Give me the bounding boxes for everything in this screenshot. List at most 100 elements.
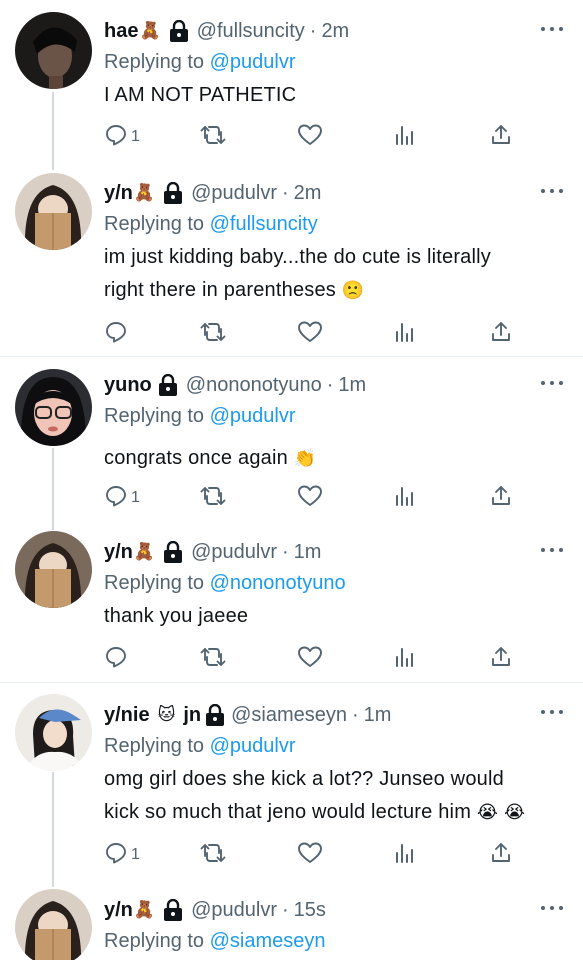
display-name-suffix: jn	[183, 703, 202, 726]
tweet[interactable]: y/n 🧸 @pudulvr · 2m Replying to @fullsun…	[0, 170, 583, 356]
reply-button[interactable]: 1	[104, 120, 140, 150]
retweet-button[interactable]	[200, 317, 226, 347]
more-icon[interactable]	[541, 904, 563, 912]
heart-icon	[298, 646, 322, 667]
like-button[interactable]	[297, 838, 323, 868]
retweet-button[interactable]	[200, 120, 226, 150]
stats-button[interactable]	[394, 838, 416, 868]
retweet-icon	[200, 487, 226, 505]
action-bar: 1	[104, 120, 524, 150]
share-button[interactable]	[489, 120, 513, 150]
reply-icon	[106, 322, 126, 343]
reply-icon	[106, 647, 126, 668]
tweet-text-line: kick so much that jeno would lecture him…	[104, 796, 567, 829]
stats-button[interactable]	[394, 120, 416, 150]
share-icon	[492, 843, 510, 862]
share-button[interactable]	[489, 481, 513, 511]
mention-link[interactable]: @pudulvr	[210, 735, 296, 757]
heart-icon	[298, 124, 322, 145]
replying-to-label: Replying to	[104, 572, 205, 594]
tweet-text: congrats once again 👏	[104, 442, 567, 475]
handle[interactable]: @pudulvr	[191, 899, 277, 922]
share-button[interactable]	[489, 838, 513, 868]
timestamp[interactable]: 1m	[294, 541, 322, 564]
handle[interactable]: @pudulvr	[191, 541, 277, 564]
replying-to: Replying to @fullsuncity	[104, 209, 567, 239]
tweet[interactable]: y/n 🧸 @pudulvr · 15s Replying to @siames…	[0, 888, 583, 960]
crying-emoji: 😭 😭	[476, 802, 526, 823]
tweet[interactable]: y/nie 🐱 jn @siameseyn · 1m Replying to @…	[0, 683, 583, 888]
reply-button[interactable]: 1	[104, 838, 140, 868]
reply-icon	[106, 843, 126, 864]
more-icon[interactable]	[541, 708, 563, 716]
like-button[interactable]	[297, 642, 323, 672]
display-name[interactable]: y/n	[104, 541, 133, 564]
reply-count: 1	[131, 488, 140, 506]
share-button[interactable]	[489, 317, 513, 347]
display-name[interactable]: y/nie	[104, 704, 150, 727]
retweet-button[interactable]	[200, 481, 226, 511]
timestamp[interactable]: 2m	[294, 182, 322, 205]
stats-button[interactable]	[394, 481, 416, 511]
name-emoji: 🧸	[133, 183, 156, 203]
tweet[interactable]: hae 🧸 @fullsuncity · 2m Replying to @pud…	[0, 0, 583, 170]
handle[interactable]: @fullsuncity	[197, 20, 305, 43]
share-button[interactable]	[489, 642, 513, 672]
avatar[interactable]	[15, 173, 92, 250]
mention-link[interactable]: @siameseyn	[210, 930, 326, 952]
handle[interactable]: @siameseyn	[231, 704, 347, 727]
reply-button[interactable]	[104, 317, 131, 347]
replying-to: Replying to @pudulvr	[104, 47, 567, 77]
avatar[interactable]	[15, 531, 92, 608]
separator: ·	[352, 703, 359, 726]
like-button[interactable]	[297, 317, 323, 347]
action-bar: 1	[104, 481, 524, 511]
name-emoji: 🐱	[157, 705, 176, 725]
more-icon[interactable]	[541, 379, 563, 387]
avatar[interactable]	[15, 694, 92, 771]
retweet-button[interactable]	[200, 642, 226, 672]
mention-link[interactable]: @nononotyuno	[210, 572, 346, 594]
timestamp[interactable]: 15s	[294, 899, 326, 922]
avatar[interactable]	[15, 369, 92, 446]
replying-to: Replying to @siameseyn	[104, 926, 567, 956]
reply-button[interactable]: 1	[104, 481, 140, 511]
stats-button[interactable]	[394, 317, 416, 347]
display-name[interactable]: yuno	[104, 374, 152, 397]
display-name[interactable]: hae	[104, 20, 138, 43]
tweet[interactable]: y/n 🧸 @pudulvr · 1m Replying to @nononot…	[0, 530, 583, 682]
display-name[interactable]: y/n	[104, 182, 133, 205]
like-button[interactable]	[297, 120, 323, 150]
retweet-button[interactable]	[200, 838, 226, 868]
stats-icon	[396, 323, 413, 342]
tweet-text: omg girl does she kick a lot?? Junseo wo…	[104, 763, 567, 829]
replying-to-label: Replying to	[104, 405, 205, 427]
avatar[interactable]	[15, 12, 92, 89]
replying-to: Replying to @nononotyuno	[104, 568, 567, 598]
clap-emoji: 👏	[293, 448, 317, 469]
handle[interactable]: @pudulvr	[191, 182, 277, 205]
frown-emoji: 🙁	[341, 280, 365, 301]
mention-link[interactable]: @pudulvr	[210, 51, 296, 73]
tweet[interactable]: yuno @nononotyuno · 1m Replying to @pudu…	[0, 357, 583, 525]
reply-count: 1	[131, 845, 140, 863]
tweet-text-line: right there in parentheses 🙁	[104, 274, 567, 307]
separator: ·	[281, 540, 289, 563]
more-icon[interactable]	[541, 546, 563, 554]
timestamp[interactable]: 1m	[364, 704, 392, 727]
handle[interactable]: @nononotyuno	[186, 374, 322, 397]
mention-link[interactable]: @pudulvr	[210, 405, 296, 427]
timestamp[interactable]: 2m	[321, 20, 349, 43]
more-icon[interactable]	[541, 187, 563, 195]
more-icon[interactable]	[541, 25, 563, 33]
timestamp[interactable]: 1m	[338, 374, 366, 397]
like-button[interactable]	[297, 481, 323, 511]
replying-to-label: Replying to	[104, 213, 205, 235]
reply-button[interactable]	[104, 642, 131, 672]
display-name[interactable]: y/n	[104, 899, 133, 922]
mention-link[interactable]: @fullsuncity	[210, 213, 318, 235]
tweet-text-segment: congrats once again	[104, 447, 288, 469]
avatar[interactable]	[15, 889, 92, 960]
retweet-icon	[200, 323, 226, 341]
stats-button[interactable]	[394, 642, 416, 672]
